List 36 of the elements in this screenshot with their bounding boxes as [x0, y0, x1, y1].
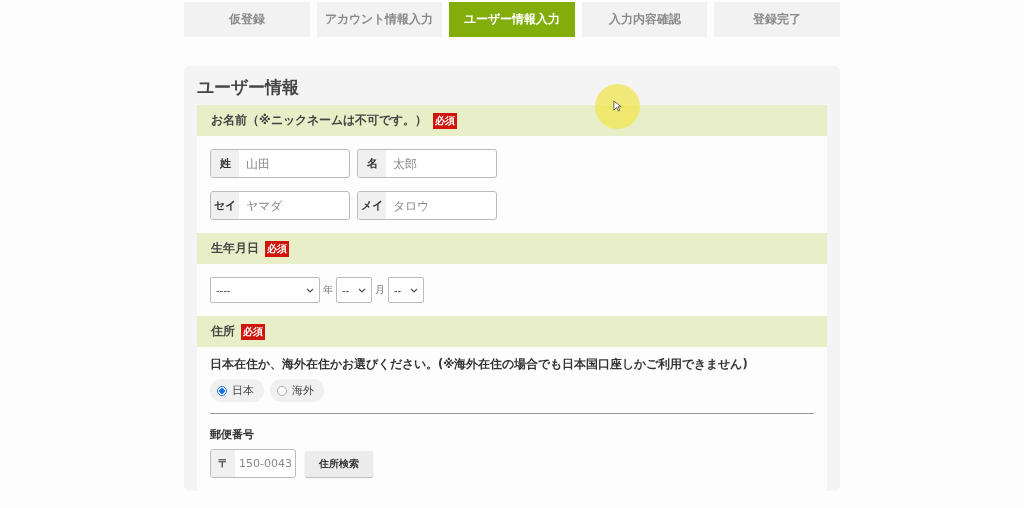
address-search-button[interactable]: 住所検索 — [305, 450, 373, 477]
field-prefix-label: 〒 — [211, 450, 235, 477]
chevron-down-icon — [410, 287, 418, 293]
required-badge: 必須 — [265, 240, 289, 257]
name-field[interactable]: メイ タロウ — [357, 191, 497, 220]
name-input-field[interactable]: タロウ — [386, 192, 485, 219]
field-prefix-label: 姓 — [211, 150, 239, 177]
chevron-down-icon — [358, 287, 366, 293]
chevron-down-icon — [306, 287, 314, 293]
name-field[interactable]: セイ ヤマダ — [210, 191, 350, 220]
name-input-field[interactable]: ヤマダ — [239, 192, 338, 219]
name-field[interactable]: 名 太郎 — [357, 149, 497, 178]
field-heading: お名前（※ニックネームは不可です。） — [211, 112, 427, 129]
name-input-field[interactable]: 太郎 — [386, 150, 485, 177]
radio-option[interactable]: 日本 — [210, 379, 264, 402]
field-prefix-label: メイ — [358, 192, 386, 219]
field-prefix-label: セイ — [211, 192, 239, 219]
field-heading: 生年月日 — [211, 240, 259, 257]
name-field[interactable]: 姓 山田 — [210, 149, 350, 178]
field-label: 郵便番号 — [210, 427, 255, 442]
field-prefix-label: 名 — [358, 150, 386, 177]
unit-label: 年 — [323, 283, 333, 297]
section-title: ユーザー情報 — [197, 76, 300, 99]
field-heading: 住所 — [211, 323, 235, 340]
postal-code-input[interactable]: 150-0043 — [235, 450, 295, 477]
name-input-field[interactable]: 山田 — [239, 150, 338, 177]
postal-code-field[interactable]: 〒 150-0043 — [210, 449, 296, 478]
unit-label: 月 — [375, 283, 385, 297]
required-badge: 必須 — [432, 112, 457, 129]
year-select[interactable]: ---- — [210, 277, 320, 303]
cursor-icon — [613, 100, 622, 113]
month-select[interactable]: -- — [336, 277, 372, 303]
required-badge: 必須 — [241, 323, 265, 340]
radio-option[interactable]: 海外 — [270, 379, 324, 402]
day-select[interactable]: -- — [388, 277, 424, 303]
instruction-text: 日本在住か、海外在住かお選びください。(※海外在住の場合でも日本国口座しかご利用できません) — [210, 357, 749, 372]
